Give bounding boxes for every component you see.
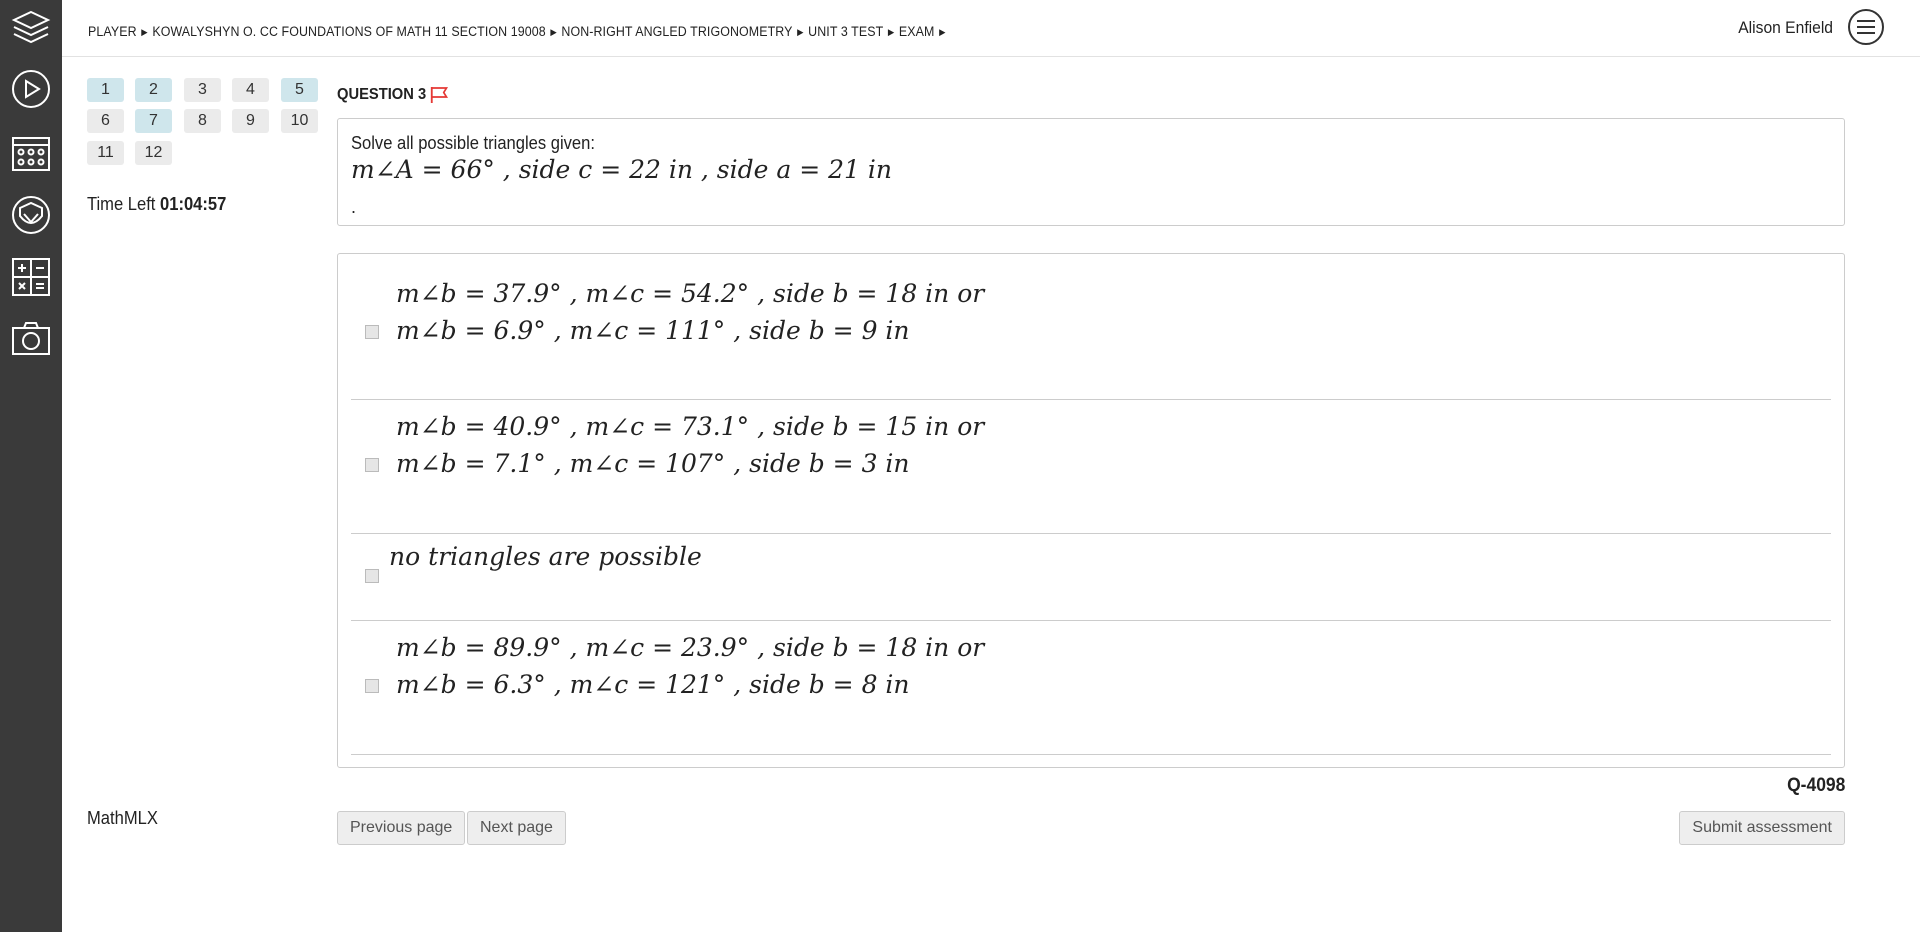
caret-right-icon: ▶ <box>797 27 804 37</box>
answer-checkbox-2[interactable] <box>365 458 379 472</box>
question-nav-7[interactable]: 7 <box>135 109 172 133</box>
question-nav-2[interactable]: 2 <box>135 78 172 102</box>
breadcrumb-test[interactable]: UNIT 3 TEST <box>808 24 883 39</box>
hamburger-icon <box>1857 20 1875 34</box>
answer-option-2[interactable]: m∠b = 40.9° , m∠c = 73.1° , side b = 15 … <box>351 400 1831 534</box>
question-title: QUESTION 3 <box>337 86 448 104</box>
question-trailing: . <box>351 197 357 217</box>
answer-options: m∠b = 37.9° , m∠c = 54.2° , side b = 18 … <box>337 253 1845 768</box>
play-icon[interactable] <box>8 66 54 112</box>
time-left-value: 01:04:57 <box>160 194 227 214</box>
caret-right-icon: ▶ <box>939 27 946 37</box>
breadcrumb-exam[interactable]: EXAM <box>899 24 935 39</box>
answer-option-3-line-1: no triangles are possible <box>389 542 702 571</box>
answer-option-2-line-1: m∠b = 40.9° , m∠c = 73.1° , side b = 15 … <box>396 412 985 441</box>
question-given: m∠A = 66° , side c = 22 in , side a = 21… <box>351 155 892 184</box>
question-nav-11[interactable]: 11 <box>87 141 124 165</box>
answer-checkbox-1[interactable] <box>365 325 379 339</box>
question-nav-5[interactable]: 5 <box>281 78 318 102</box>
question-nav-12[interactable]: 12 <box>135 141 172 165</box>
breadcrumb-unit[interactable]: NON-RIGHT ANGLED TRIGONOMETRY <box>561 24 792 39</box>
question-id: Q-4098 <box>1786 775 1845 796</box>
answer-option-1-line-2: m∠b = 6.9° , m∠c = 111° , side b = 9 in <box>396 316 910 345</box>
menu-button[interactable] <box>1848 9 1884 45</box>
question-nav-3[interactable]: 3 <box>184 78 221 102</box>
answer-option-2-line-2: m∠b = 7.1° , m∠c = 107° , side b = 3 in <box>396 449 910 478</box>
time-left: Time Left 01:04:57 <box>87 194 226 215</box>
question-nav-4[interactable]: 4 <box>232 78 269 102</box>
time-left-label: Time Left <box>87 194 156 214</box>
next-page-button[interactable]: Next page <box>467 811 566 845</box>
answer-checkbox-3[interactable] <box>365 569 379 583</box>
answer-checkbox-4[interactable] <box>365 679 379 693</box>
breadcrumb: PLAYER ▶ KOWALYSHYN O. CC FOUNDATIONS OF M… <box>88 24 950 39</box>
breadcrumb-player[interactable]: PLAYER <box>88 24 137 39</box>
question-nav-6[interactable]: 6 <box>87 109 124 133</box>
question-prompt: Solve all possible triangles given: <box>351 133 595 153</box>
answer-option-3[interactable]: no triangles are possible <box>351 534 1831 621</box>
layers-icon[interactable] <box>8 4 54 50</box>
brand-label: MathMLX <box>87 808 158 828</box>
previous-page-button[interactable]: Previous page <box>337 811 466 845</box>
breadcrumb-course[interactable]: KOWALYSHYN O. CC FOUNDATIONS OF MATH 11 … <box>152 24 545 39</box>
top-bar: PLAYER ▶ KOWALYSHYN O. CC FOUNDATIONS OF M… <box>62 0 1920 57</box>
caret-right-icon: ▶ <box>141 27 148 37</box>
flag-icon[interactable] <box>430 86 448 104</box>
camera-icon[interactable] <box>8 316 54 362</box>
caret-right-icon: ▶ <box>550 27 557 37</box>
calculator-icon[interactable] <box>8 254 54 300</box>
question-number: QUESTION 3 <box>337 86 427 103</box>
caret-right-icon: ▶ <box>887 27 895 37</box>
question-nav-10[interactable]: 10 <box>281 109 318 133</box>
calendar-icon[interactable] <box>8 130 54 176</box>
answer-option-1-line-1: m∠b = 37.9° , m∠c = 54.2° , side b = 18 … <box>396 279 985 308</box>
question-nav-9[interactable]: 9 <box>232 109 269 133</box>
answer-option-4-line-1: m∠b = 89.9° , m∠c = 23.9° , side b = 18 … <box>396 633 985 662</box>
user-name: Alison Enfield <box>1738 18 1833 37</box>
submit-assessment-button[interactable]: Submit assessment <box>1679 811 1845 845</box>
answer-option-4[interactable]: m∠b = 89.9° , m∠c = 23.9° , side b = 18 … <box>351 621 1831 755</box>
answer-option-1[interactable]: m∠b = 37.9° , m∠c = 54.2° , side b = 18 … <box>351 254 1831 400</box>
badge-icon[interactable] <box>8 192 54 238</box>
question-nav-1[interactable]: 1 <box>87 78 124 102</box>
question-box: Solve all possible triangles given: m∠A … <box>337 118 1845 226</box>
sidebar <box>0 0 62 932</box>
answer-option-4-line-2: m∠b = 6.3° , m∠c = 121° , side b = 8 in <box>396 670 910 699</box>
question-nav-8[interactable]: 8 <box>184 109 221 133</box>
